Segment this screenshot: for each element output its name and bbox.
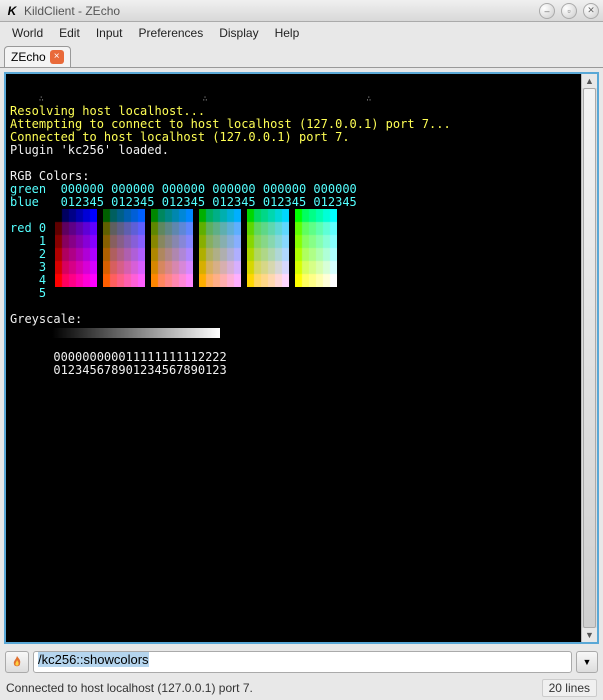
send-button[interactable] bbox=[5, 651, 29, 673]
status-text: Connected to host localhost (127.0.0.1) … bbox=[6, 681, 542, 695]
app-icon: K bbox=[4, 3, 20, 19]
red-axis: 1 bbox=[10, 234, 46, 248]
minimize-button[interactable]: – bbox=[539, 3, 555, 19]
red-axis: 2 bbox=[10, 247, 46, 261]
maximize-button[interactable]: ▫ bbox=[561, 3, 577, 19]
history-dropdown-button[interactable]: ▼ bbox=[576, 651, 598, 673]
red-axis: 4 bbox=[10, 273, 46, 287]
tab-zecho[interactable]: ZEcho × bbox=[4, 46, 71, 67]
terminal-line: Connected to host localhost (127.0.0.1) … bbox=[10, 130, 350, 144]
rgb-cube-block bbox=[247, 209, 289, 287]
flame-icon bbox=[10, 655, 24, 669]
terminal-output: ∴ ∴ ∴ Resolving host localhost... Attemp… bbox=[6, 74, 581, 642]
window-title: KildClient - ZEcho bbox=[24, 4, 533, 18]
blue-axis: blue 012345 012345 012345 012345 012345 … bbox=[10, 195, 357, 209]
menu-edit[interactable]: Edit bbox=[51, 24, 88, 42]
greyscale-header: Greyscale: bbox=[10, 312, 82, 326]
grey-index-line: 012345678901234567890123 bbox=[10, 363, 227, 377]
tab-close-icon[interactable]: × bbox=[50, 50, 64, 64]
scroll-thumb[interactable] bbox=[583, 88, 596, 628]
command-input[interactable]: /kc256::showcolors bbox=[33, 651, 572, 673]
terminal-line: Plugin 'kc256' loaded. bbox=[10, 143, 169, 157]
greyscale-bar bbox=[52, 328, 220, 338]
menu-world[interactable]: World bbox=[4, 24, 51, 42]
rgb-header: RGB Colors: bbox=[10, 169, 89, 183]
menubar: World Edit Input Preferences Display Hel… bbox=[0, 22, 603, 44]
tab-label: ZEcho bbox=[11, 50, 46, 64]
scroll-up-icon[interactable]: ▲ bbox=[582, 74, 597, 88]
menu-help[interactable]: Help bbox=[267, 24, 308, 42]
menu-preferences[interactable]: Preferences bbox=[131, 24, 212, 42]
rgb-cube-block bbox=[295, 209, 337, 287]
menu-display[interactable]: Display bbox=[211, 24, 266, 42]
rgb-cube-block bbox=[103, 209, 145, 287]
chevron-down-icon: ▼ bbox=[583, 657, 592, 667]
grey-index-line: 000000000011111111112222 bbox=[10, 350, 227, 364]
red-axis: 3 bbox=[10, 260, 46, 274]
status-lines: 20 lines bbox=[542, 679, 597, 697]
terminal-line: Attempting to connect to host localhost … bbox=[10, 117, 451, 131]
green-axis: green 000000 000000 000000 000000 000000… bbox=[10, 182, 357, 196]
scroll-down-icon[interactable]: ▼ bbox=[582, 628, 597, 642]
command-text: /kc256::showcolors bbox=[38, 652, 149, 667]
red-axis: 5 bbox=[10, 286, 46, 300]
rgb-cube-block bbox=[55, 209, 97, 287]
terminal-line: Resolving host localhost... bbox=[10, 104, 205, 118]
rgb-cube-block bbox=[199, 209, 241, 287]
red-axis: red 0 bbox=[10, 221, 46, 235]
close-button[interactable]: ✕ bbox=[583, 3, 599, 19]
menu-input[interactable]: Input bbox=[88, 24, 131, 42]
scrollbar[interactable]: ▲ ▼ bbox=[581, 74, 597, 642]
rgb-cube-block bbox=[151, 209, 193, 287]
